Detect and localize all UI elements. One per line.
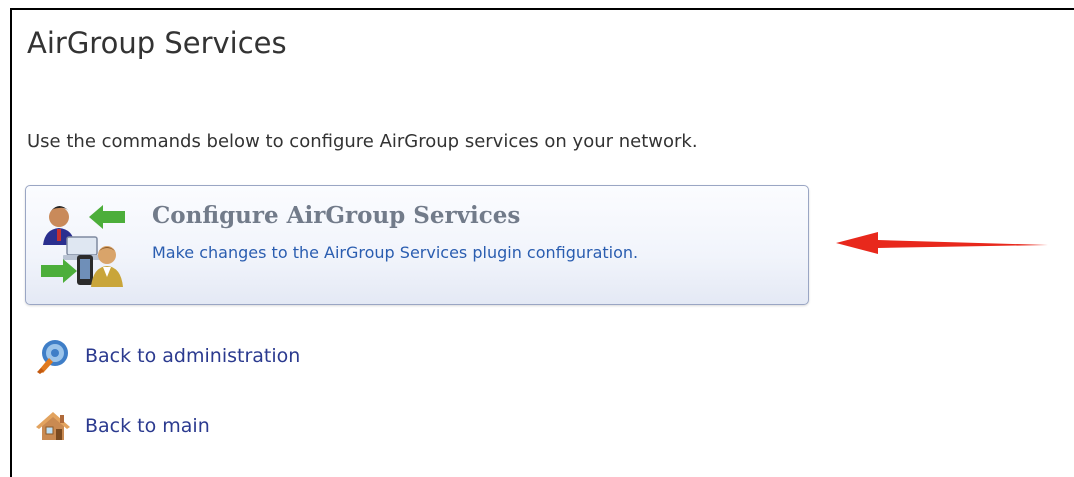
frame-left-border (10, 8, 12, 477)
intro-text: Use the commands below to configure AirG… (27, 131, 698, 152)
configure-airgroup-services-button[interactable]: Configure AirGroup Services Make changes… (25, 185, 809, 305)
frame-top-border (10, 8, 1074, 10)
command-description: Make changes to the AirGroup Services pl… (152, 243, 639, 262)
back-to-main-label: Back to main (85, 415, 210, 437)
red-arrow-icon (836, 232, 1048, 254)
page-title: AirGroup Services (27, 26, 287, 60)
home-icon (36, 412, 70, 440)
administration-icon (37, 340, 68, 374)
back-to-administration-label: Back to administration (85, 345, 301, 367)
back-to-main-link[interactable]: Back to main (35, 410, 210, 442)
users-sync-icon (41, 205, 125, 287)
command-title: Configure AirGroup Services (152, 202, 521, 229)
back-to-administration-link[interactable]: Back to administration (35, 340, 301, 374)
